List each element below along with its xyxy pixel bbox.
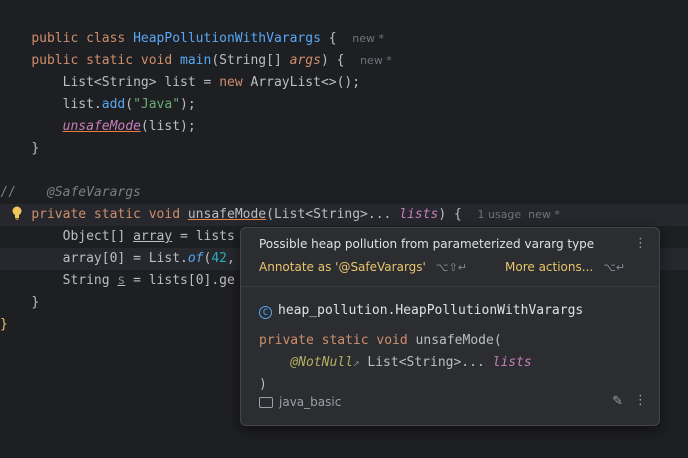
code-token: = lists[0].ge — [125, 273, 235, 288]
method-name[interactable]: main — [180, 53, 211, 68]
method-call[interactable]: add — [102, 97, 125, 112]
code-token: ( — [125, 97, 134, 112]
code-token: , — [227, 251, 235, 266]
code-token: private static void — [31, 207, 188, 222]
code-line: // @SafeVarargs — [0, 182, 688, 204]
code-line: list.add("Java"); — [0, 94, 688, 116]
number-literal: 42 — [211, 251, 227, 266]
method-call[interactable]: of — [188, 251, 204, 266]
inlay-hint[interactable]: new * — [360, 54, 392, 67]
lightbulb-icon[interactable] — [10, 205, 24, 221]
external-link-icon[interactable]: ↗ — [353, 356, 360, 369]
more-options-icon[interactable]: ⋮ — [634, 236, 647, 251]
comment: @SafeVarargs — [46, 185, 141, 200]
sig-close: ) — [259, 377, 267, 392]
annotation-link[interactable]: @NotNull — [290, 355, 353, 370]
popup-title: Possible heap pollution from parameteriz… — [259, 237, 595, 251]
shortcut-label: ⌥↵ — [603, 261, 626, 274]
inlay-hint[interactable]: new * — [352, 32, 384, 45]
code-token: ); — [180, 97, 196, 112]
class-icon: C — [259, 306, 272, 319]
sig-method-name: unsafeMode( — [415, 333, 502, 348]
code-token: String — [62, 273, 118, 288]
edit-pencil-icon[interactable]: ✎ — [612, 394, 623, 409]
code-token: } — [0, 317, 8, 332]
method-name-warning[interactable]: unsafeMode — [188, 207, 266, 222]
code-token: } — [31, 295, 40, 310]
module-label: java_basic — [259, 395, 341, 409]
code-token: ArrayList<>(); — [250, 75, 361, 90]
sig-param-type: List<String>... — [359, 355, 493, 370]
more-actions-label[interactable]: More actions... — [505, 260, 593, 274]
parameter: lists — [399, 207, 439, 222]
annotate-safevarargs-link[interactable]: Annotate as '@SafeVarargs' — [259, 260, 426, 274]
code-token: [] — [266, 53, 290, 68]
method-signature: private static void unsafeMode( @NotNull… — [259, 330, 532, 396]
module-name: java_basic — [279, 395, 342, 409]
code-line: } — [0, 138, 688, 160]
code-token: new — [219, 75, 251, 90]
code-token: ) { — [320, 53, 345, 68]
code-token: Object[] — [62, 229, 134, 244]
inspection-popup: Possible heap pollution from parameteriz… — [240, 227, 660, 426]
sig-keywords: private static void — [259, 333, 416, 348]
divider — [241, 286, 659, 287]
code-token: List< — [62, 75, 102, 90]
sig-param-name: lists — [492, 355, 532, 370]
class-name[interactable]: HeapPollutionWithVarargs — [133, 31, 321, 46]
code-line: List<String> list = new ArrayList<>(); — [0, 72, 688, 94]
code-token: } — [31, 141, 40, 156]
shortcut-label: ⌥⇧↵ — [435, 261, 467, 274]
code-line: public static void main(String[] args) {… — [0, 50, 688, 72]
declaration-header[interactable]: Cheap_pollution.HeapPollutionWithVarargs — [259, 303, 583, 319]
inlay-hint[interactable]: 1 usage new * — [477, 208, 559, 221]
more-actions-link[interactable]: More actions... ⌥↵ — [505, 260, 625, 274]
code-token: ( — [211, 53, 220, 68]
code-line: unsafeMode(list); — [0, 116, 688, 138]
code-token: > list = — [148, 75, 220, 90]
code-token: (List<String>... — [266, 207, 400, 222]
method-call-unsafe[interactable]: unsafeMode — [63, 119, 141, 134]
code-token: list. — [62, 97, 102, 112]
comment: // — [0, 185, 16, 200]
code-token: public static void — [31, 53, 181, 68]
code-token: ) { — [438, 207, 462, 222]
code-token: (list); — [140, 119, 196, 134]
code-token: { — [320, 31, 337, 46]
folder-module-icon — [259, 397, 273, 408]
parameter: args — [289, 53, 321, 68]
variable: array — [133, 229, 173, 244]
code-token: = lists — [172, 229, 235, 244]
code-token: public class — [31, 31, 134, 46]
code-token: String — [101, 75, 149, 90]
code-token: String — [219, 53, 267, 68]
quick-fix-action[interactable]: Annotate as '@SafeVarargs' ⌥⇧↵ — [259, 260, 467, 274]
string-literal: "Java" — [133, 97, 181, 112]
code-token: array[0] = List. — [62, 251, 188, 266]
code-line: public class HeapPollutionWithVarargs { … — [0, 6, 688, 46]
more-options-icon[interactable]: ⋮ — [634, 393, 647, 408]
code-line-current: private static void unsafeMode(List<Stri… — [0, 204, 688, 226]
qualified-class-name[interactable]: heap_pollution.HeapPollutionWithVarargs — [278, 303, 583, 318]
